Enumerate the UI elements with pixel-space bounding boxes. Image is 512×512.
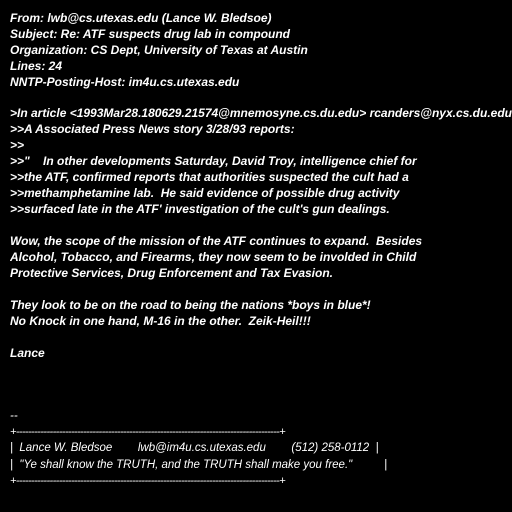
quoted-line: >>" In other developments Saturday, Davi…: [10, 154, 417, 168]
header-subject: Subject: Re: ATF suspects drug lab in co…: [10, 27, 291, 41]
body-line: No Knock in one hand, M-16 in the other.…: [10, 314, 311, 328]
body-line: Protective Services, Drug Enforcement an…: [10, 266, 334, 280]
quoted-line: >>A Associated Press News story 3/28/93 …: [10, 122, 295, 136]
quoted-line: >>methamphetamine lab. He said evidence …: [10, 186, 400, 200]
signature-border-top: +---------------------------------------…: [10, 426, 286, 438]
quoted-line: >>the ATF, confirmed reports that author…: [10, 170, 409, 184]
header-posting-host: NNTP-Posting-Host: im4u.cs.utexas.edu: [10, 75, 240, 89]
body-line: Wow, the scope of the mission of the ATF…: [10, 234, 423, 248]
quoted-line: >>: [10, 138, 25, 152]
message-document: From: lwb@cs.utexas.edu (Lance W. Bledso…: [10, 0, 512, 512]
signature-contact-line: | Lance W. Bledsoe lwb@im4u.cs.utexas.ed…: [10, 442, 379, 454]
header-from: From: lwb@cs.utexas.edu (Lance W. Bledso…: [10, 11, 272, 25]
signature-border-bottom: +---------------------------------------…: [10, 475, 286, 487]
signature-quote-line: | "Ye shall know the TRUTH, and the TRUT…: [10, 459, 388, 471]
header-lines: Lines: 24: [10, 59, 63, 73]
body-line: They look to be on the road to being the…: [10, 298, 371, 312]
signature-dashes: --: [10, 410, 18, 422]
header-organization: Organization: CS Dept, University of Tex…: [10, 43, 308, 57]
closing-name: Lance: [10, 346, 45, 360]
quoted-line: >>surfaced late in the ATF' investigatio…: [10, 202, 390, 216]
body-line: Alcohol, Tobacco, and Firearms, they now…: [10, 250, 417, 264]
quoted-line: >In article <1993Mar28.180629.21574@mnem…: [10, 106, 512, 120]
